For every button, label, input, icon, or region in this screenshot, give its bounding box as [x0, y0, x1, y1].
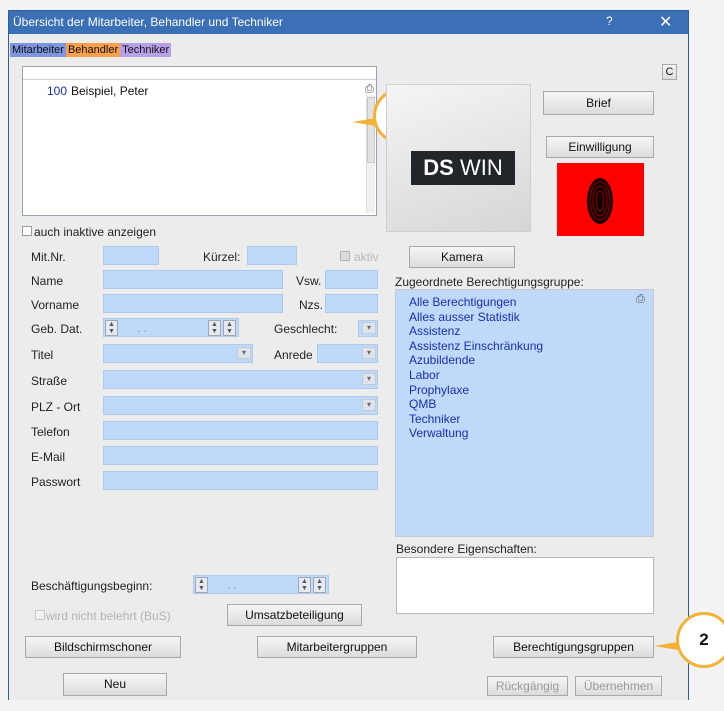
umsatz-button[interactable]: Umsatzbeteiligung [227, 604, 362, 626]
list-item[interactable]: Labor [409, 368, 543, 383]
gebdat-spinner-left[interactable]: ▲ ▼ [105, 320, 118, 336]
chevron-down-icon: ▾ [362, 347, 376, 359]
tab-bar: Mitarbeiter Behandler Techniker [10, 43, 172, 57]
employee-name[interactable]: Beispiel, Peter [71, 84, 148, 98]
passwort-label: Passwort [31, 475, 81, 489]
c-button[interactable]: C [662, 64, 677, 80]
mitarbeitergruppen-button[interactable]: Mitarbeitergruppen [257, 636, 417, 658]
kamera-button[interactable]: Kamera [409, 246, 515, 268]
titel-select[interactable]: ▾ [103, 344, 253, 363]
rueckgaengig-button[interactable]: Rückgängig [487, 676, 568, 696]
telefon-input[interactable] [103, 421, 378, 440]
gebdat-input[interactable]: ▲ ▼ . . ▲ ▼ ▲ ▼ [103, 318, 239, 337]
tab-techniker[interactable]: Techniker [120, 43, 172, 57]
list-item[interactable]: Alle Berechtigungen [409, 295, 543, 310]
neu-button[interactable]: Neu [63, 673, 167, 696]
beschaeftigung-spinner-right-b[interactable]: ▲ ▼ [313, 577, 326, 593]
name-input[interactable] [103, 270, 283, 289]
tab-mitarbeiter[interactable]: Mitarbeiter [10, 43, 66, 57]
mitnr-input[interactable] [103, 246, 159, 265]
mitnr-label: Mit.Nr. [31, 250, 66, 264]
employee-number[interactable]: 100 [47, 84, 67, 98]
titel-label: Titel [31, 348, 54, 362]
list-item[interactable]: Alles ausser Statistik [409, 310, 543, 325]
telefon-label: Telefon [31, 425, 70, 439]
chevron-down-icon: ▾ [237, 347, 251, 359]
geschlecht-label: Geschlecht: [274, 322, 338, 336]
beschaeftigung-spinner-right-a[interactable]: ▲ ▼ [298, 577, 311, 593]
chevron-down-icon: ▾ [362, 373, 376, 385]
kuerzel-input[interactable] [247, 246, 297, 265]
fingerprint-icon [587, 178, 613, 224]
nzs-input[interactable] [325, 294, 378, 313]
beschaeftigung-spinner-left[interactable]: ▲ ▼ [195, 577, 208, 593]
title-bar: Übersicht der Mitarbeiter, Behandler und… [9, 11, 688, 34]
inactive-checkbox[interactable] [22, 226, 32, 236]
strasse-select[interactable]: ▾ [103, 370, 378, 389]
printer-icon[interactable]: ⎙ [636, 293, 645, 306]
ds-win-logo: DS WIN [386, 84, 531, 232]
close-icon[interactable]: ✕ [659, 12, 672, 32]
vsw-label: Vsw. [296, 274, 322, 288]
window-title: Übersicht der Mitarbeiter, Behandler und… [13, 15, 283, 29]
permission-group-items: Alle Berechtigungen Alles ausser Statist… [409, 295, 543, 441]
gebdat-spinner-right-a[interactable]: ▲ ▼ [208, 320, 221, 336]
belehrt-checkbox[interactable] [35, 610, 45, 620]
gruppe-label: Zugeordnete Berechtigungsgruppe: [395, 275, 584, 289]
callout-two: 2 [676, 612, 724, 668]
strasse-label: Straße [31, 374, 68, 388]
plzort-select[interactable]: ▾ [103, 396, 378, 415]
logo-box: DS WIN [411, 151, 515, 185]
logo-ds: DS [423, 155, 454, 180]
employee-list[interactable]: 100 Beispiel, Peter ⎙ [22, 66, 377, 216]
vorname-input[interactable] [103, 294, 283, 313]
gebdat-placeholder: . . [137, 321, 148, 335]
aktiv-label: aktiv [354, 250, 379, 264]
passwort-input[interactable] [103, 471, 378, 490]
einwilligung-button[interactable]: Einwilligung [546, 136, 654, 158]
belehrt-label: wird nicht belehrt (BuS) [46, 609, 171, 623]
kuerzel-label: Kürzel: [203, 250, 241, 264]
email-label: E-Mail [31, 450, 66, 464]
list-item[interactable]: Assistenz Einschränkung [409, 339, 543, 354]
logo-win: WIN [459, 155, 503, 180]
list-item[interactable]: Techniker [409, 412, 543, 427]
list-item[interactable]: Verwaltung [409, 426, 543, 441]
brief-button[interactable]: Brief [543, 91, 654, 115]
anrede-label: Anrede [274, 348, 313, 362]
fingerprint-image[interactable] [557, 163, 644, 236]
nzs-label: Nzs. [299, 298, 323, 312]
list-item[interactable]: Azubildende [409, 353, 543, 368]
besondere-textarea[interactable] [396, 557, 654, 614]
chevron-down-icon: ▾ [362, 399, 376, 411]
bildschirmschoner-button[interactable]: Bildschirmschoner [25, 636, 181, 658]
chevron-down-icon: ▾ [362, 322, 376, 334]
plzort-label: PLZ - Ort [31, 400, 81, 414]
list-item[interactable]: Prophylaxe [409, 383, 543, 398]
list-item[interactable]: QMB [409, 397, 543, 412]
vorname-label: Vorname [31, 298, 80, 312]
email-input[interactable] [103, 446, 378, 465]
name-label: Name [31, 274, 64, 288]
uebernehmen-button[interactable]: Übernehmen [575, 676, 662, 696]
tab-behandler[interactable]: Behandler [65, 43, 121, 57]
permission-group-list[interactable]: ⎙ Alle Berechtigungen Alles ausser Stati… [395, 289, 654, 537]
beschaeftigung-input[interactable]: ▲ ▼ . . ▲ ▼ ▲ ▼ [193, 575, 329, 594]
aktiv-checkbox[interactable] [340, 251, 350, 261]
help-icon[interactable]: ? [606, 14, 613, 28]
list-item[interactable]: Assistenz [409, 324, 543, 339]
berechtigungsgruppen-button[interactable]: Berechtigungsgruppen [493, 636, 654, 658]
beschaeftigung-placeholder: . . [227, 578, 238, 592]
list-search-input[interactable] [23, 67, 376, 80]
geschlecht-select[interactable]: ▾ [358, 320, 378, 337]
gebdat-label: Geb. Dat. [31, 322, 83, 336]
vsw-input[interactable] [325, 270, 378, 289]
beschaeftigung-label: Beschäftigungsbeginn: [31, 579, 153, 593]
inactive-label: auch inaktive anzeigen [34, 225, 157, 239]
besondere-label: Besondere Eigenschaften: [396, 542, 537, 556]
gebdat-spinner-right-b[interactable]: ▲ ▼ [223, 320, 236, 336]
anrede-select[interactable]: ▾ [317, 344, 378, 363]
